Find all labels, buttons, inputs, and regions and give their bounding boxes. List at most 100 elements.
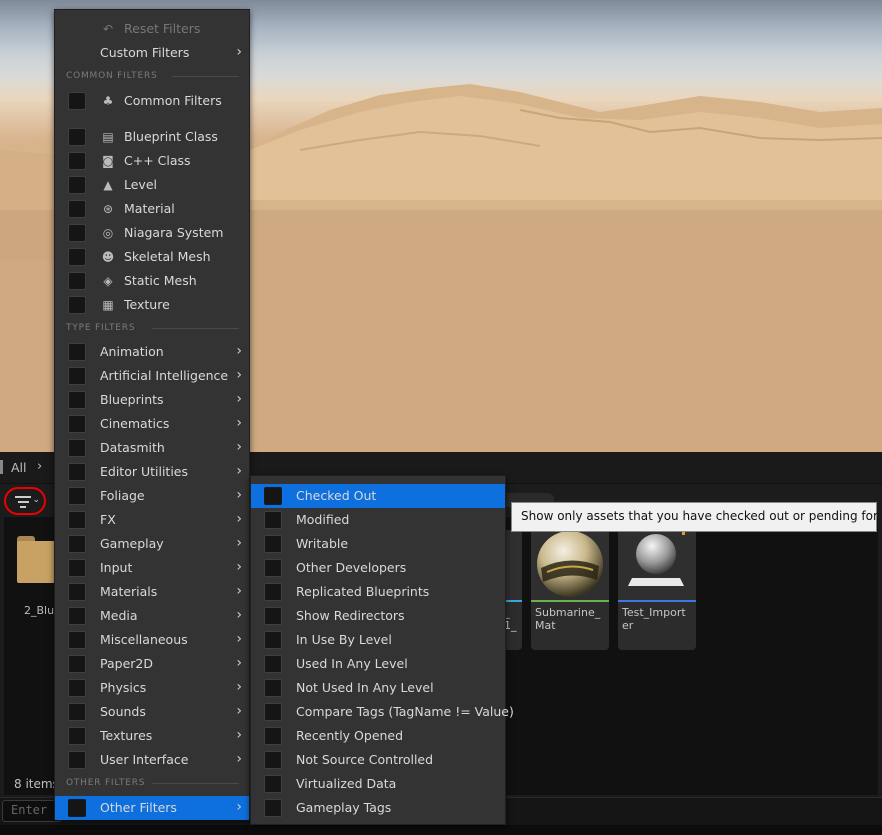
checkbox[interactable]	[68, 92, 86, 110]
filter-not-source-controlled[interactable]: Not Source Controlled	[251, 748, 505, 772]
filter-niagara-system[interactable]: ◎ Niagara System	[55, 221, 249, 245]
checkbox[interactable]	[264, 607, 282, 625]
checkbox[interactable]	[264, 703, 282, 721]
filter-user-interface[interactable]: User Interface ›	[55, 748, 249, 772]
checkbox[interactable]	[264, 655, 282, 673]
filter-in-use-by-level[interactable]: In Use By Level	[251, 628, 505, 652]
filter-editor-utilities[interactable]: Editor Utilities ›	[55, 460, 249, 484]
filter-other-developers[interactable]: Other Developers	[251, 556, 505, 580]
filter-virtualized-data[interactable]: Virtualized Data	[251, 772, 505, 796]
filter-used-in-any-level[interactable]: Used In Any Level	[251, 652, 505, 676]
filter-label: Other Developers	[296, 560, 407, 575]
filter-level[interactable]: ▲ Level	[55, 173, 249, 197]
filter-label: Input	[100, 560, 133, 575]
filter-other-filters[interactable]: Other Filters ›	[55, 796, 249, 820]
filter-gameplay-tags[interactable]: Gameplay Tags	[251, 796, 505, 820]
filter-skeletal-mesh[interactable]: ☻ Skeletal Mesh	[55, 245, 249, 269]
filter-texture[interactable]: ▦ Texture	[55, 293, 249, 317]
undo-icon: ↶	[102, 22, 114, 36]
breadcrumb-all[interactable]: All	[11, 460, 27, 475]
checkbox[interactable]	[68, 751, 86, 769]
checkbox[interactable]	[68, 679, 86, 697]
filter-foliage[interactable]: Foliage ›	[55, 484, 249, 508]
folder-icon[interactable]	[17, 532, 57, 583]
asset-tile-submarine-mat[interactable]: Submarine_ Mat	[531, 530, 609, 650]
filter-cpp-class[interactable]: ◙ C++ Class	[55, 149, 249, 173]
filter-static-mesh[interactable]: ◈ Static Mesh	[55, 269, 249, 293]
filter-label: Virtualized Data	[296, 776, 397, 791]
filter-writable[interactable]: Writable	[251, 532, 505, 556]
filter-datasmith[interactable]: Datasmith ›	[55, 436, 249, 460]
checkbox[interactable]	[68, 296, 86, 314]
checkbox[interactable]	[68, 367, 86, 385]
breadcrumb-chevron-icon[interactable]: ›	[37, 459, 42, 474]
checkbox[interactable]	[68, 487, 86, 505]
checkbox[interactable]	[68, 248, 86, 266]
checkbox[interactable]	[264, 799, 282, 817]
checkbox[interactable]	[68, 583, 86, 601]
checkbox[interactable]	[68, 559, 86, 577]
checkbox[interactable]	[68, 703, 86, 721]
custom-filters-item[interactable]: Custom Filters ›	[55, 41, 249, 65]
filter-fx[interactable]: FX ›	[55, 508, 249, 532]
filter-blueprint-class[interactable]: ▤ Blueprint Class	[55, 125, 249, 149]
checkbox[interactable]	[68, 463, 86, 481]
filter-physics[interactable]: Physics ›	[55, 676, 249, 700]
checkbox[interactable]	[68, 343, 86, 361]
filter-recently-opened[interactable]: Recently Opened	[251, 724, 505, 748]
checkbox[interactable]	[68, 272, 86, 290]
checkbox[interactable]	[264, 535, 282, 553]
filter-miscellaneous[interactable]: Miscellaneous ›	[55, 628, 249, 652]
checkbox[interactable]	[68, 511, 86, 529]
filter-gameplay[interactable]: Gameplay ›	[55, 532, 249, 556]
filter-sounds[interactable]: Sounds ›	[55, 700, 249, 724]
reset-filters-item[interactable]: ↶ Reset Filters	[55, 17, 249, 41]
filter-artificial-intelligence[interactable]: Artificial Intelligence ›	[55, 364, 249, 388]
filter-cinematics[interactable]: Cinematics ›	[55, 412, 249, 436]
filter-material[interactable]: ⊛ Material	[55, 197, 249, 221]
filter-not-used-in-any-level[interactable]: Not Used In Any Level	[251, 676, 505, 700]
filter-modified[interactable]: Modified	[251, 508, 505, 532]
checkbox[interactable]	[68, 176, 86, 194]
filter-paper2d[interactable]: Paper2D ›	[55, 652, 249, 676]
asset-tile-test-importer[interactable]: Test_Importer	[618, 530, 696, 650]
checkbox[interactable]	[68, 439, 86, 457]
checkbox[interactable]	[264, 511, 282, 529]
filter-show-redirectors[interactable]: Show Redirectors	[251, 604, 505, 628]
search-input[interactable]: Enter	[2, 800, 62, 822]
filter-textures[interactable]: Textures ›	[55, 724, 249, 748]
checkbox[interactable]	[68, 152, 86, 170]
divider	[152, 783, 239, 784]
checkbox[interactable]	[68, 415, 86, 433]
checkbox[interactable]	[68, 655, 86, 673]
checkbox[interactable]	[68, 799, 86, 817]
checkbox[interactable]	[68, 727, 86, 745]
filter-replicated-blueprints[interactable]: Replicated Blueprints	[251, 580, 505, 604]
checkbox[interactable]	[264, 631, 282, 649]
filter-label: Writable	[296, 536, 349, 551]
checkbox[interactable]	[264, 775, 282, 793]
filter-animation[interactable]: Animation ›	[55, 340, 249, 364]
checkbox[interactable]	[264, 727, 282, 745]
filter-button[interactable]: ⌄	[4, 487, 46, 515]
checkbox[interactable]	[264, 679, 282, 697]
filter-input[interactable]: Input ›	[55, 556, 249, 580]
filter-label: Physics	[100, 680, 147, 695]
checkbox[interactable]	[264, 559, 282, 577]
checkbox[interactable]	[68, 200, 86, 218]
filter-materials[interactable]: Materials ›	[55, 580, 249, 604]
filter-compare-tags-tagname-value[interactable]: Compare Tags (TagName != Value)	[251, 700, 514, 724]
checkbox[interactable]	[68, 128, 86, 146]
filter-blueprints[interactable]: Blueprints ›	[55, 388, 249, 412]
checkbox[interactable]	[68, 224, 86, 242]
checkbox[interactable]	[264, 751, 282, 769]
checkbox[interactable]	[264, 487, 282, 505]
checkbox[interactable]	[68, 391, 86, 409]
checkbox[interactable]	[264, 583, 282, 601]
filter-media[interactable]: Media ›	[55, 604, 249, 628]
checkbox[interactable]	[68, 535, 86, 553]
checkbox[interactable]	[68, 631, 86, 649]
filter-common-filters[interactable]: ♣ Common Filters	[55, 89, 249, 113]
checkbox[interactable]	[68, 607, 86, 625]
filter-checked-out[interactable]: Checked Out	[251, 484, 505, 508]
